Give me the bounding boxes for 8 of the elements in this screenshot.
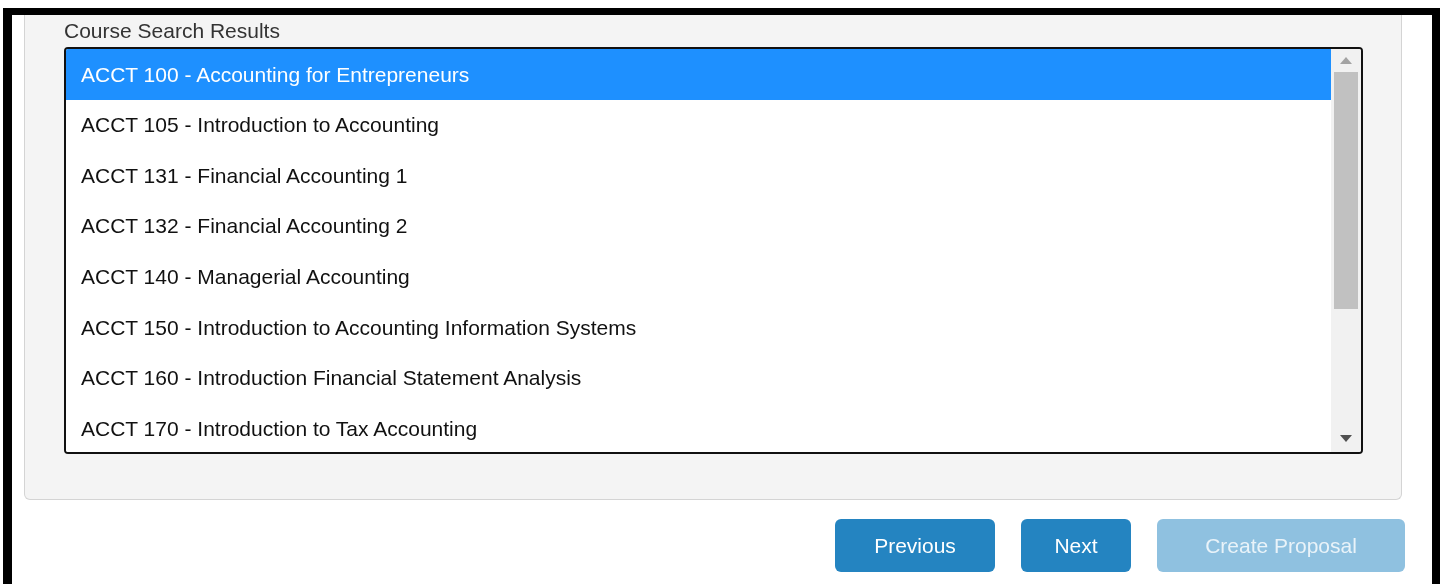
nav-button[interactable]: Next xyxy=(1021,519,1131,572)
nav-button[interactable]: Previous xyxy=(835,519,995,572)
course-listbox[interactable] xyxy=(64,47,1363,454)
scroll-down-icon[interactable] xyxy=(1340,435,1352,442)
scrollbar-thumb[interactable] xyxy=(1334,72,1358,309)
scrollbar[interactable] xyxy=(1331,49,1361,452)
section-label: Course Search Results xyxy=(64,18,280,44)
scroll-up-icon[interactable] xyxy=(1340,57,1352,64)
